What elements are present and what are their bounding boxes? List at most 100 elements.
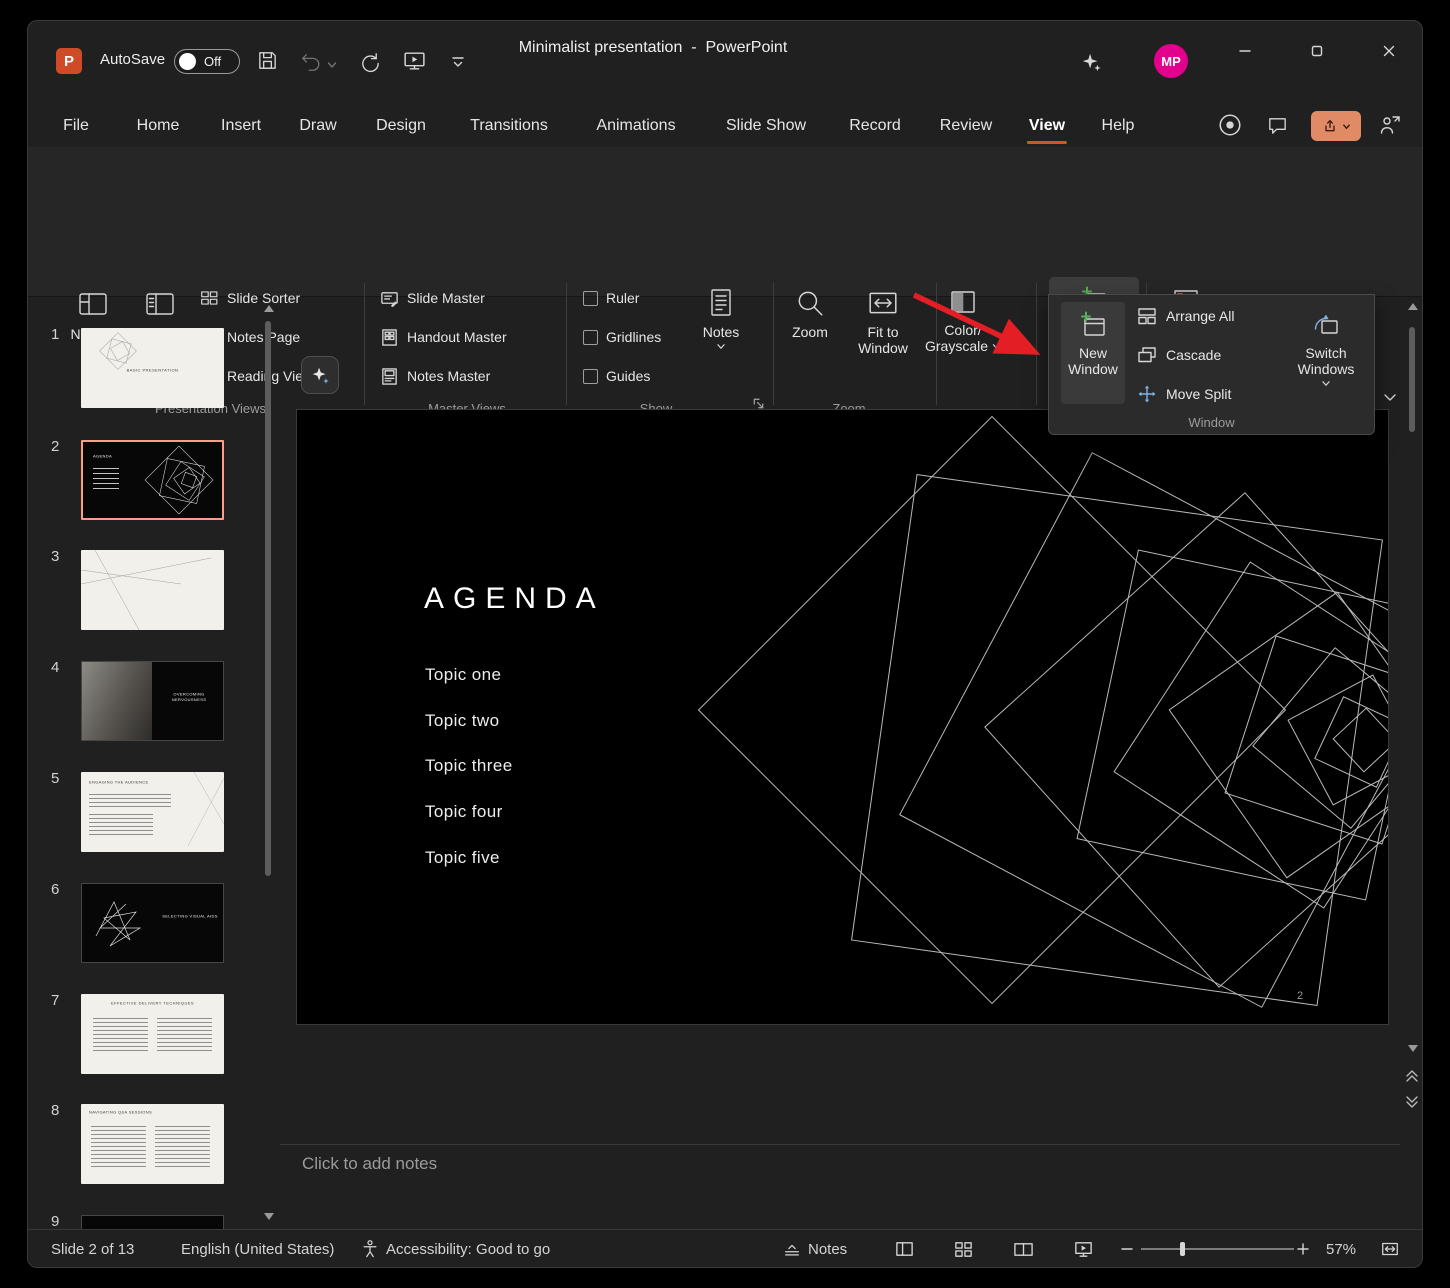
arrange-all-button[interactable]: Arrange All	[1137, 301, 1283, 331]
slideshow-status-button[interactable]	[1073, 1230, 1094, 1268]
normal-view-status-button[interactable]	[894, 1230, 915, 1268]
scroll-up-arrow[interactable]	[264, 305, 274, 312]
fit-slide-icon	[1380, 1239, 1400, 1259]
guides-checkbox[interactable]: Guides	[583, 363, 650, 389]
undo-dropdown-chevron-icon[interactable]	[327, 61, 337, 69]
redo-button[interactable]	[358, 50, 381, 73]
copilot-button[interactable]	[1080, 51, 1102, 78]
thumb-scribble-icon	[88, 892, 152, 956]
tab-file[interactable]: File	[57, 105, 95, 147]
close-button[interactable]	[1366, 31, 1412, 71]
new-window-button[interactable]: New Window	[1061, 302, 1125, 404]
slide-canvas[interactable]: AGENDA Topic one Topic two Topic three T…	[296, 409, 1389, 1025]
thumbnail-scrollbar-thumb[interactable]	[265, 321, 271, 876]
collapse-ribbon-button[interactable]	[1383, 393, 1397, 402]
previous-slide-button[interactable]	[1404, 1069, 1420, 1083]
tab-transitions[interactable]: Transitions	[464, 105, 554, 147]
switch-windows-button[interactable]: Switch Windows	[1289, 302, 1363, 404]
save-button[interactable]	[256, 49, 279, 72]
tab-review[interactable]: Review	[934, 105, 998, 147]
status-bar: Slide 2 of 13 English (United States) Ac…	[28, 1229, 1422, 1267]
slide-topic[interactable]: Topic five	[425, 848, 500, 868]
slide-sorter-icon	[200, 289, 219, 307]
avatar-initials: MP	[1161, 54, 1181, 69]
thumbnail-number: 9	[51, 1213, 59, 1230]
ruler-label: Ruler	[606, 290, 639, 306]
slide-master-button[interactable]: Slide Master	[380, 285, 485, 311]
slide-number-status[interactable]: Slide 2 of 13	[51, 1230, 134, 1268]
gridlines-checkbox[interactable]: Gridlines	[583, 324, 661, 350]
thumbnail-slide-1[interactable]: BASIC PRESENTATION	[81, 328, 224, 408]
thumbnail-number: 7	[51, 992, 59, 1009]
slide-sorter-status-button[interactable]	[953, 1230, 974, 1268]
undo-button[interactable]	[300, 51, 322, 73]
move-split-button[interactable]: Move Split	[1137, 379, 1283, 409]
slide-topic[interactable]: Topic one	[425, 665, 501, 685]
presenter-coach-button[interactable]	[1378, 113, 1402, 137]
scroll-up-arrow[interactable]	[1408, 303, 1418, 310]
tab-help[interactable]: Help	[1096, 105, 1141, 147]
zoom-slider-track[interactable]	[1141, 1248, 1294, 1250]
tab-view[interactable]: View	[1023, 105, 1071, 147]
notes-toggle-button[interactable]: Notes	[783, 1230, 847, 1268]
slide-sorter-button[interactable]: Slide Sorter	[200, 285, 300, 311]
notes-icon	[706, 287, 736, 319]
share-button[interactable]	[1311, 111, 1361, 141]
thumbnail-row: 6 SELECTING VISUAL AIDS	[28, 881, 280, 963]
notes-ribbon-button[interactable]: Notes	[691, 279, 751, 391]
zoom-out-button[interactable]	[1120, 1230, 1134, 1268]
autosave-toggle[interactable]: Off	[174, 49, 240, 74]
cascade-button[interactable]: Cascade	[1137, 340, 1283, 370]
thumbnail-slide-5[interactable]: ENGAGING THE AUDIENCE	[81, 772, 224, 852]
thumbnail-slide-7[interactable]: EFFECTIVE DELIVERY TECHNIQUES	[81, 994, 224, 1074]
minimize-button[interactable]	[1222, 31, 1268, 71]
zoom-percent[interactable]: 57%	[1326, 1230, 1356, 1268]
start-slideshow-button[interactable]	[402, 49, 427, 74]
language-status[interactable]: English (United States)	[181, 1230, 334, 1268]
ruler-checkbox[interactable]: Ruler	[583, 285, 639, 311]
tab-home[interactable]: Home	[131, 105, 186, 147]
thumbnail-slide-6[interactable]: SELECTING VISUAL AIDS	[81, 883, 224, 963]
fit-slide-to-window-button[interactable]	[1380, 1230, 1400, 1268]
zoom-button[interactable]: Zoom	[781, 279, 839, 391]
notes-placeholder[interactable]: Click to add notes	[302, 1154, 437, 1174]
slide-topic[interactable]: Topic three	[425, 756, 513, 776]
autosave-label: AutoSave	[100, 51, 165, 68]
handout-master-label: Handout Master	[407, 329, 507, 345]
chevron-down-icon	[1383, 393, 1397, 402]
tab-design[interactable]: Design	[370, 105, 432, 147]
record-button[interactable]	[1217, 112, 1243, 138]
scroll-down-arrow[interactable]	[1408, 1045, 1418, 1052]
thumbnail-slide-3[interactable]: THE POWER OF COMMUNICATION	[81, 550, 224, 630]
thumb-text-lines	[155, 1126, 210, 1168]
designer-button[interactable]	[301, 356, 339, 394]
accessibility-status[interactable]: Accessibility: Good to go	[361, 1230, 550, 1268]
slide-title[interactable]: AGENDA	[424, 582, 605, 616]
reading-view-status-button[interactable]	[1013, 1230, 1034, 1268]
slide-scrollbar-thumb[interactable]	[1409, 327, 1415, 432]
notes-master-button[interactable]: Notes Master	[380, 363, 490, 389]
thumbnail-slide-8[interactable]: NAVIGATING Q&A SESSIONS	[81, 1104, 224, 1184]
zoom-in-button[interactable]	[1296, 1230, 1310, 1268]
thumbnail-slide-4[interactable]: OVERCOMING NERVOUSNESS	[81, 661, 224, 741]
thumb-text-lines	[89, 794, 171, 808]
slide-page-number: 2	[1297, 990, 1303, 1002]
tab-insert[interactable]: Insert	[215, 105, 267, 147]
tab-draw[interactable]: Draw	[293, 105, 342, 147]
slide-topic[interactable]: Topic four	[425, 802, 503, 822]
slide-topic[interactable]: Topic two	[425, 711, 499, 731]
thumbnail-slide-2[interactable]: AGENDA	[81, 440, 224, 520]
zoom-slider-thumb[interactable]	[1180, 1242, 1185, 1256]
tab-animations[interactable]: Animations	[590, 105, 681, 147]
notes-splitter[interactable]	[280, 1144, 1400, 1145]
tab-record[interactable]: Record	[843, 105, 907, 147]
tab-slide-show[interactable]: Slide Show	[720, 105, 812, 147]
customize-quick-access-button[interactable]	[450, 53, 466, 69]
next-slide-button[interactable]	[1404, 1095, 1420, 1109]
account-avatar[interactable]: MP	[1154, 44, 1188, 78]
handout-master-button[interactable]: Handout Master	[380, 324, 507, 350]
comments-button[interactable]	[1266, 114, 1289, 137]
maximize-button[interactable]	[1294, 31, 1340, 71]
thumbnail-number: 1	[51, 326, 59, 343]
scroll-down-arrow[interactable]	[264, 1213, 274, 1220]
